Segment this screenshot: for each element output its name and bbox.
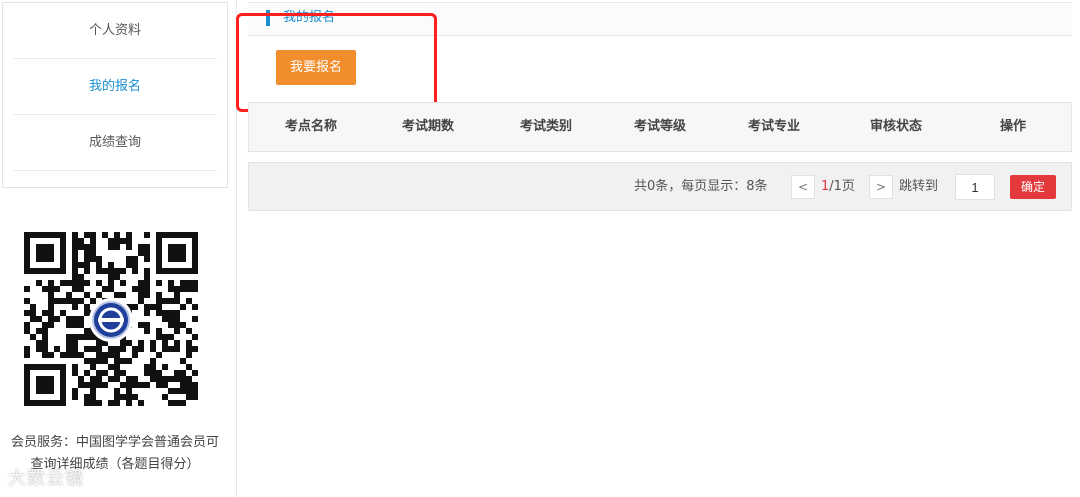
qr-code-image [24,232,198,408]
watermark: 大数云镜 [8,468,84,489]
column-header-review-status: 审核状态 [869,119,922,134]
highlight-annotation-box [236,13,437,112]
qr-code-icon [24,232,198,406]
pagination-bar: 共0条，每页显示：8条 < 1/1页 > 跳转到 确定 [248,162,1072,211]
column-header-exam-site: 考点名称 [284,119,337,134]
goto-page-label: 跳转到 [899,179,939,194]
goto-page-input[interactable] [955,174,995,200]
total-pages-label: /1页 [829,179,855,194]
registration-table-header: 考点名称 考试期数 考试类别 考试等级 考试专业 审核状态 操作 [248,102,1072,152]
column-header-exam-major: 考试专业 [747,119,800,134]
sidebar-item-score-query[interactable]: 成绩查询 [13,115,217,171]
prev-page-button[interactable]: < [791,175,815,199]
pagination-summary: 共0条，每页显示：8条 [634,179,768,194]
sidebar-menu: 个人资料 我的报名 成绩查询 [2,2,228,188]
column-header-exam-level: 考试等级 [633,119,686,134]
goto-confirm-button[interactable]: 确定 [1010,175,1056,199]
page-indicator: 1/1页 [821,163,855,210]
next-page-button[interactable]: > [869,175,893,199]
column-header-exam-session: 考试期数 [401,119,454,134]
sidebar-item-profile[interactable]: 个人资料 [13,3,217,59]
sidebar-item-my-registration[interactable]: 我的报名 [13,59,217,115]
column-header-actions: 操作 [999,119,1026,134]
column-header-exam-category: 考试类别 [519,119,572,134]
